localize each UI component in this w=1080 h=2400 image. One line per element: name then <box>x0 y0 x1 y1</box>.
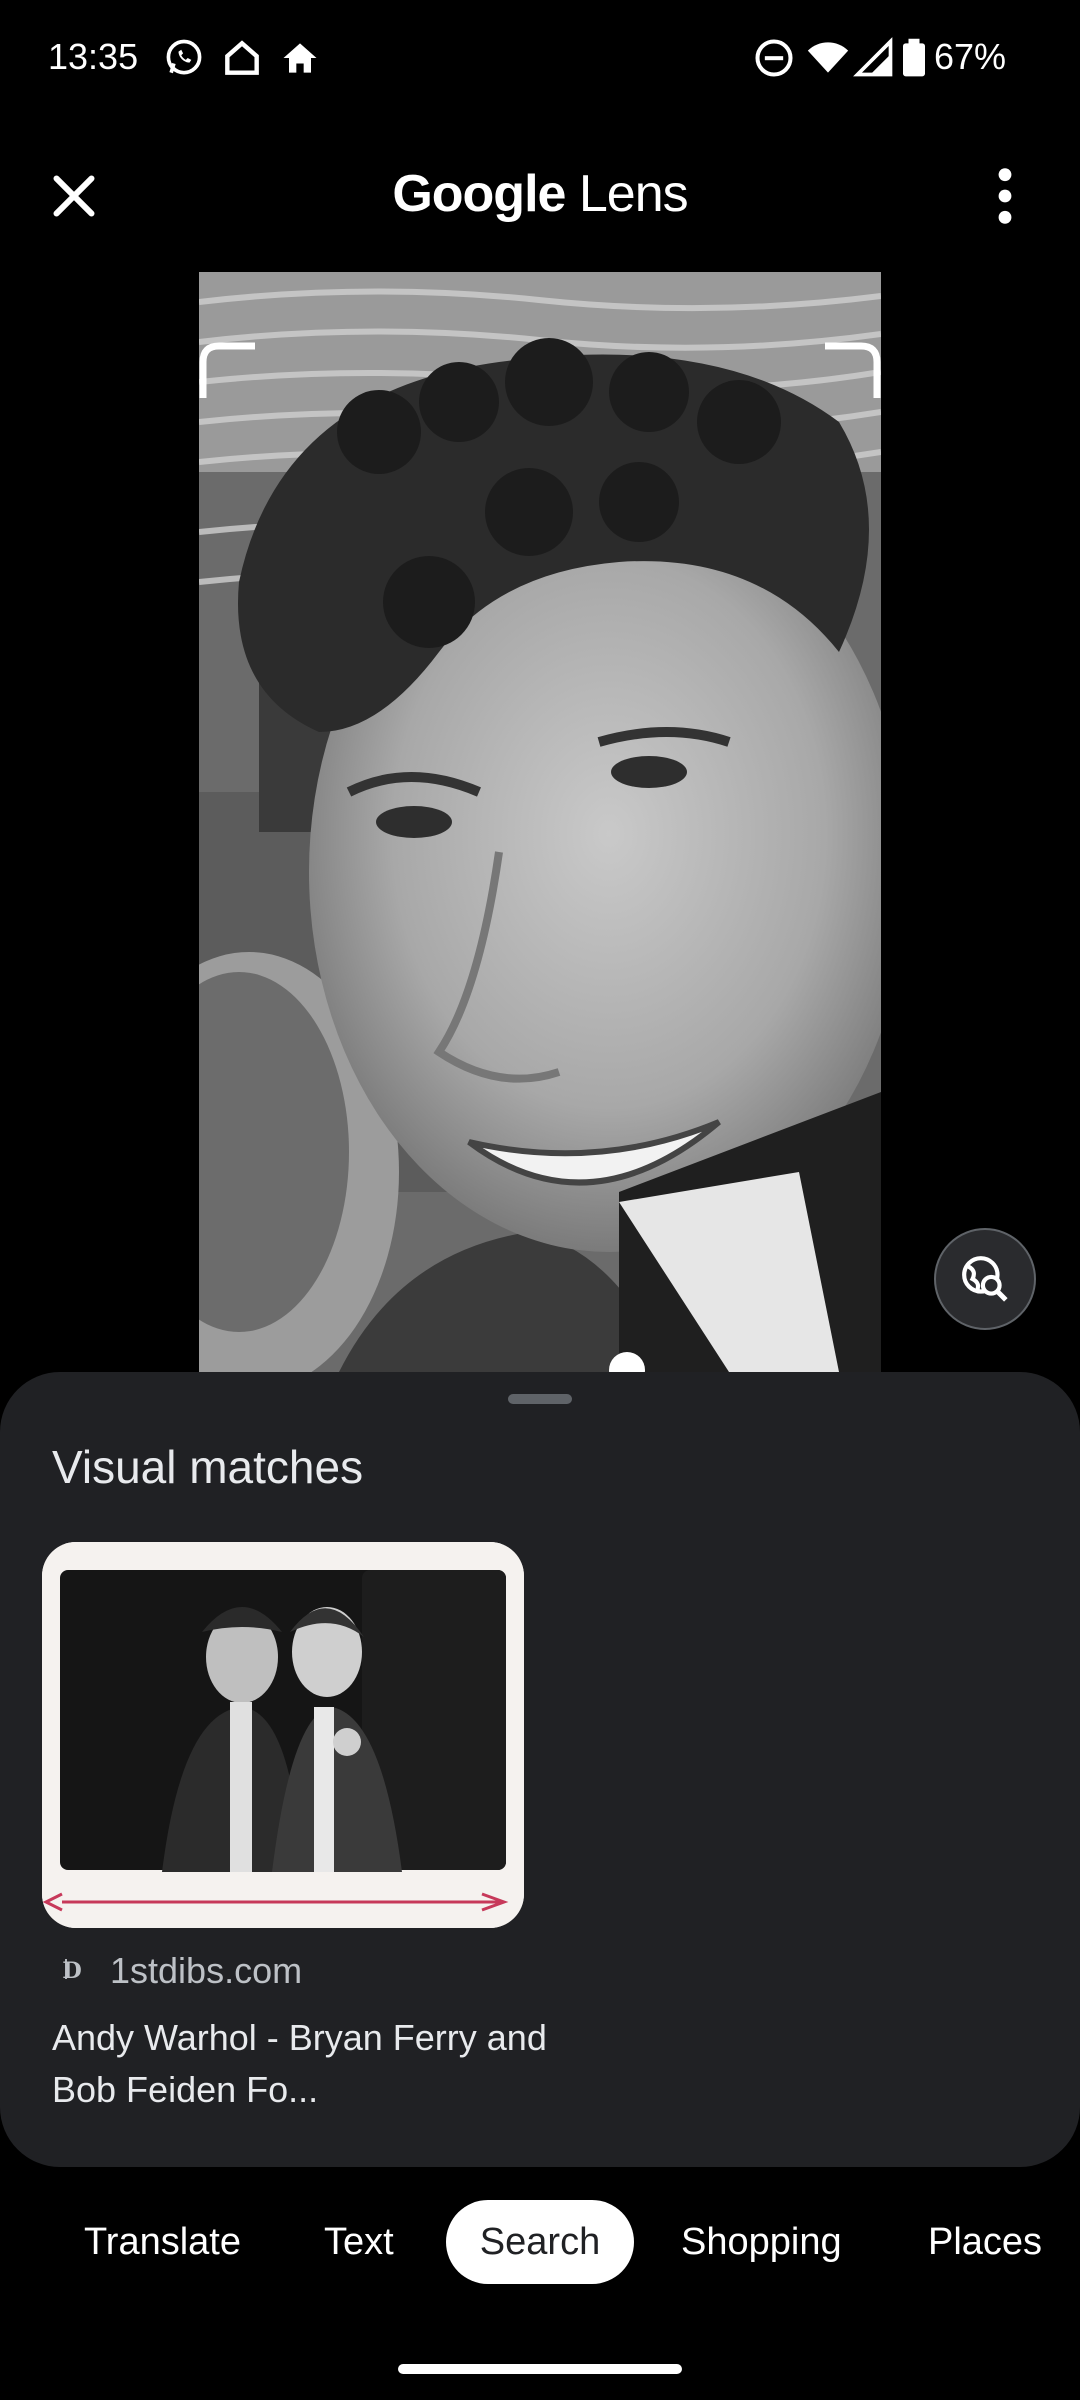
source-favicon-icon: D <box>62 1958 82 1984</box>
sheet-drag-handle[interactable] <box>508 1394 572 1404</box>
dnd-icon <box>755 39 793 77</box>
lens-mode-tabs: Translate Text Search Shopping Places <box>0 2200 1080 2284</box>
home-outline-icon <box>225 40 259 75</box>
gesture-nav-bar[interactable] <box>398 2364 682 2374</box>
tab-search[interactable]: Search <box>446 2200 634 2284</box>
crop-corner-top-right[interactable] <box>825 342 881 398</box>
home-icon <box>283 43 317 73</box>
tab-places[interactable]: Places <box>928 2200 1042 2284</box>
visual-search-icon <box>962 1256 1008 1302</box>
tab-text[interactable]: Text <box>324 2200 394 2284</box>
battery-icon <box>903 38 925 77</box>
section-title: Visual matches <box>52 1441 364 1493</box>
title-product: Lens <box>565 165 689 223</box>
title-brand: Google <box>392 165 566 223</box>
tab-shopping[interactable]: Shopping <box>681 2200 842 2284</box>
result-thumbnail[interactable] <box>42 1542 524 1928</box>
battery-percentage: 67% <box>934 36 1007 77</box>
result-thumbnail-image <box>42 1542 524 1928</box>
wifi-icon <box>807 42 849 73</box>
signal-icon <box>853 37 893 77</box>
tab-translate[interactable]: Translate <box>84 2200 241 2284</box>
status-bar: 13:35 67% <box>0 0 1080 120</box>
searched-photo[interactable] <box>199 272 881 1372</box>
top-bar: Google Lens <box>0 150 1080 240</box>
more-vert-icon[interactable] <box>980 164 1030 228</box>
results-sheet: Visual matches D 1stdibs.com Andy Warhol… <box>0 1372 1080 2167</box>
crop-corner-top-left[interactable] <box>199 342 255 398</box>
app-title: Google Lens <box>0 164 1080 224</box>
status-time: 13:35 <box>48 36 139 77</box>
photo-image <box>199 272 881 1372</box>
result-title[interactable]: Andy Warhol - Bryan Ferry and Bob Feiden… <box>52 2012 572 2116</box>
whatsapp-icon <box>166 39 202 75</box>
visual-search-button[interactable] <box>934 1228 1036 1330</box>
result-source[interactable]: 1stdibs.com <box>110 1950 302 1992</box>
